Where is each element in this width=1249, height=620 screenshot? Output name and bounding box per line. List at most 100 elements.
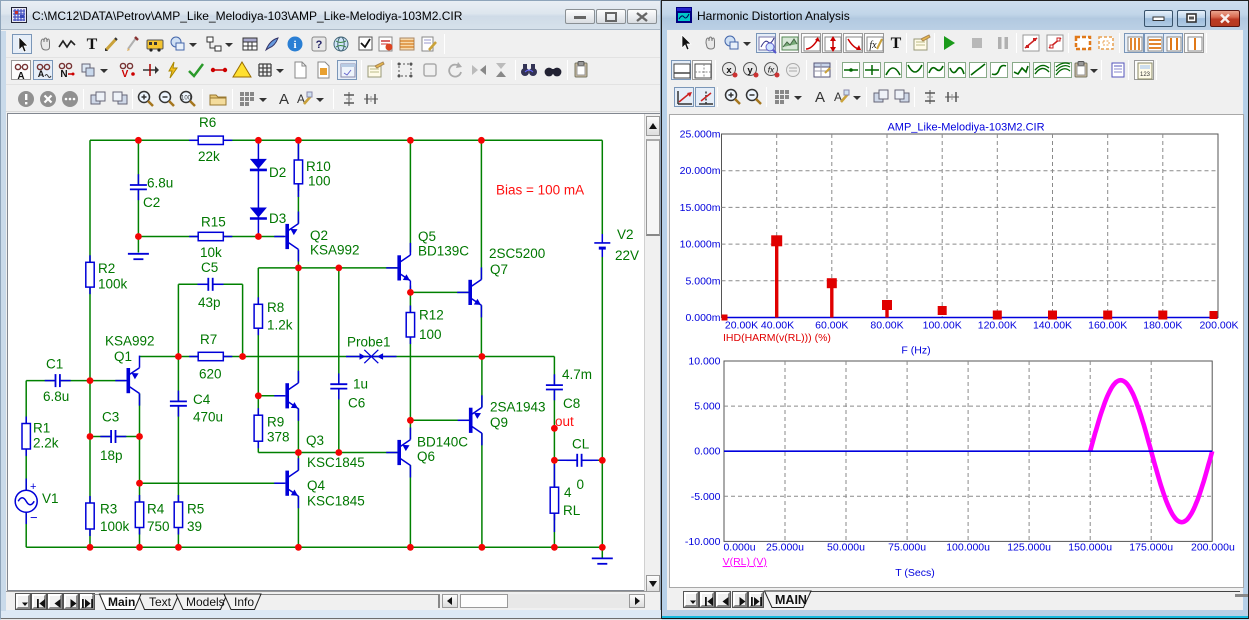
- svg-text:?: ?: [316, 39, 323, 51]
- svg-text:C8: C8: [563, 396, 580, 411]
- svg-text:0: 0: [577, 477, 585, 492]
- svg-text:2.2k: 2.2k: [33, 436, 59, 451]
- svg-text:T (Secs): T (Secs): [895, 567, 934, 579]
- svg-text:Q4: Q4: [307, 478, 326, 493]
- svg-text:40.00K: 40.00K: [761, 320, 794, 332]
- svg-text:100: 100: [419, 327, 442, 342]
- svg-text:R2: R2: [98, 261, 115, 276]
- svg-text:R10: R10: [306, 159, 331, 174]
- svg-text:0.000m: 0.000m: [685, 312, 720, 324]
- svg-text:N: N: [60, 69, 67, 80]
- svg-text:Info: Info: [234, 595, 254, 609]
- svg-text:6.8u: 6.8u: [43, 389, 69, 404]
- svg-text:200.00K: 200.00K: [1199, 320, 1238, 332]
- svg-text:AMP_Like-Melodiya-103M2.CIR: AMP_Like-Melodiya-103M2.CIR: [887, 122, 1044, 134]
- svg-text:5.000: 5.000: [694, 401, 720, 413]
- svg-text:T: T: [87, 36, 98, 53]
- svg-text:Main: Main: [108, 595, 135, 609]
- svg-text:D3: D3: [269, 211, 286, 226]
- svg-text:Bias = 100 mA: Bias = 100 mA: [496, 183, 584, 198]
- svg-text:x: x: [726, 65, 732, 76]
- svg-text:KSC1845: KSC1845: [307, 494, 365, 509]
- svg-text:5.000m: 5.000m: [685, 275, 720, 287]
- svg-text:0.000: 0.000: [694, 446, 720, 458]
- svg-text:Q2: Q2: [310, 228, 328, 243]
- svg-text:RL: RL: [563, 503, 581, 518]
- svg-text:100.000u: 100.000u: [946, 542, 990, 554]
- svg-text:y: y: [747, 65, 753, 76]
- svg-text:R6: R6: [199, 115, 216, 130]
- svg-text:18p: 18p: [100, 448, 123, 463]
- svg-text:39: 39: [187, 519, 202, 534]
- svg-text:R15: R15: [201, 215, 226, 230]
- svg-text:20.000m: 20.000m: [680, 165, 721, 177]
- svg-text:22k: 22k: [198, 149, 220, 164]
- svg-text:140.00K: 140.00K: [1033, 320, 1072, 332]
- svg-text:IHD(HARM(v(RL))) (%): IHD(HARM(v(RL))) (%): [723, 332, 831, 344]
- svg-text:25.000m: 25.000m: [680, 129, 721, 141]
- svg-text:Q5: Q5: [418, 229, 436, 244]
- svg-text:50.000u: 50.000u: [827, 542, 865, 554]
- svg-text:620: 620: [199, 367, 222, 382]
- svg-text:+: +: [30, 481, 36, 493]
- svg-text:-10.000: -10.000: [685, 536, 721, 548]
- svg-text:fx: fx: [768, 65, 775, 75]
- svg-text:20.00K: 20.00K: [725, 320, 758, 332]
- svg-text:−: −: [30, 510, 38, 525]
- svg-text:4.7m: 4.7m: [562, 367, 592, 382]
- svg-text:A: A: [834, 90, 842, 104]
- svg-text:160.00K: 160.00K: [1088, 320, 1127, 332]
- svg-text:10k: 10k: [200, 245, 222, 260]
- svg-text:120.00K: 120.00K: [978, 320, 1017, 332]
- svg-text:Q7: Q7: [490, 262, 508, 277]
- svg-text:CL: CL: [572, 437, 590, 452]
- svg-text:T: T: [891, 35, 902, 52]
- svg-text:C1: C1: [46, 357, 63, 372]
- svg-text:A: A: [815, 89, 825, 106]
- svg-text:175.000u: 175.000u: [1129, 542, 1173, 554]
- svg-text:43p: 43p: [198, 295, 221, 310]
- svg-text:A: A: [279, 91, 289, 108]
- svg-text:378: 378: [267, 430, 290, 445]
- svg-text:125.000u: 125.000u: [1007, 542, 1051, 554]
- svg-text:100: 100: [181, 96, 192, 102]
- svg-text:100.00K: 100.00K: [923, 320, 962, 332]
- svg-text:KSC1845: KSC1845: [307, 455, 365, 470]
- svg-text:2SC5200: 2SC5200: [489, 246, 545, 261]
- svg-text:180.00K: 180.00K: [1143, 320, 1182, 332]
- svg-text:BD139C: BD139C: [418, 244, 469, 259]
- svg-text:-5.000: -5.000: [691, 491, 721, 503]
- svg-text:BD140C: BD140C: [417, 435, 468, 450]
- svg-text:Text: Text: [149, 595, 172, 609]
- svg-text:10.000: 10.000: [688, 356, 720, 368]
- svg-text:75.000u: 75.000u: [888, 542, 926, 554]
- svg-text:R4: R4: [147, 502, 165, 517]
- svg-text:D2: D2: [269, 165, 286, 180]
- svg-text:C6: C6: [348, 396, 365, 411]
- svg-text:A: A: [17, 71, 24, 81]
- svg-text:150.000u: 150.000u: [1068, 542, 1112, 554]
- svg-text:C3: C3: [102, 410, 119, 425]
- svg-text:V1: V1: [42, 491, 59, 506]
- svg-text:15.000m: 15.000m: [680, 202, 721, 214]
- svg-text:750: 750: [147, 519, 170, 534]
- svg-text:out: out: [555, 414, 574, 429]
- svg-text:fx: fx: [869, 40, 877, 51]
- svg-text:R5: R5: [187, 502, 204, 517]
- svg-text:100k: 100k: [100, 519, 130, 534]
- svg-text:Q9: Q9: [490, 415, 508, 430]
- svg-text:25.000u: 25.000u: [766, 542, 804, 554]
- svg-text:V2: V2: [617, 227, 634, 242]
- svg-text:Probe1: Probe1: [347, 335, 391, 350]
- svg-text:KSA992: KSA992: [105, 334, 155, 349]
- svg-text:R8: R8: [267, 300, 284, 315]
- svg-text:C2: C2: [143, 195, 160, 210]
- svg-text:i: i: [293, 39, 296, 51]
- svg-text:22V: 22V: [615, 248, 639, 263]
- svg-text:R12: R12: [419, 308, 444, 323]
- svg-text:V: V: [122, 69, 129, 80]
- svg-text:Q3: Q3: [306, 433, 324, 448]
- svg-text:C4: C4: [193, 392, 211, 407]
- svg-text:2SA1943: 2SA1943: [490, 400, 546, 415]
- svg-text:MAIN: MAIN: [775, 593, 807, 607]
